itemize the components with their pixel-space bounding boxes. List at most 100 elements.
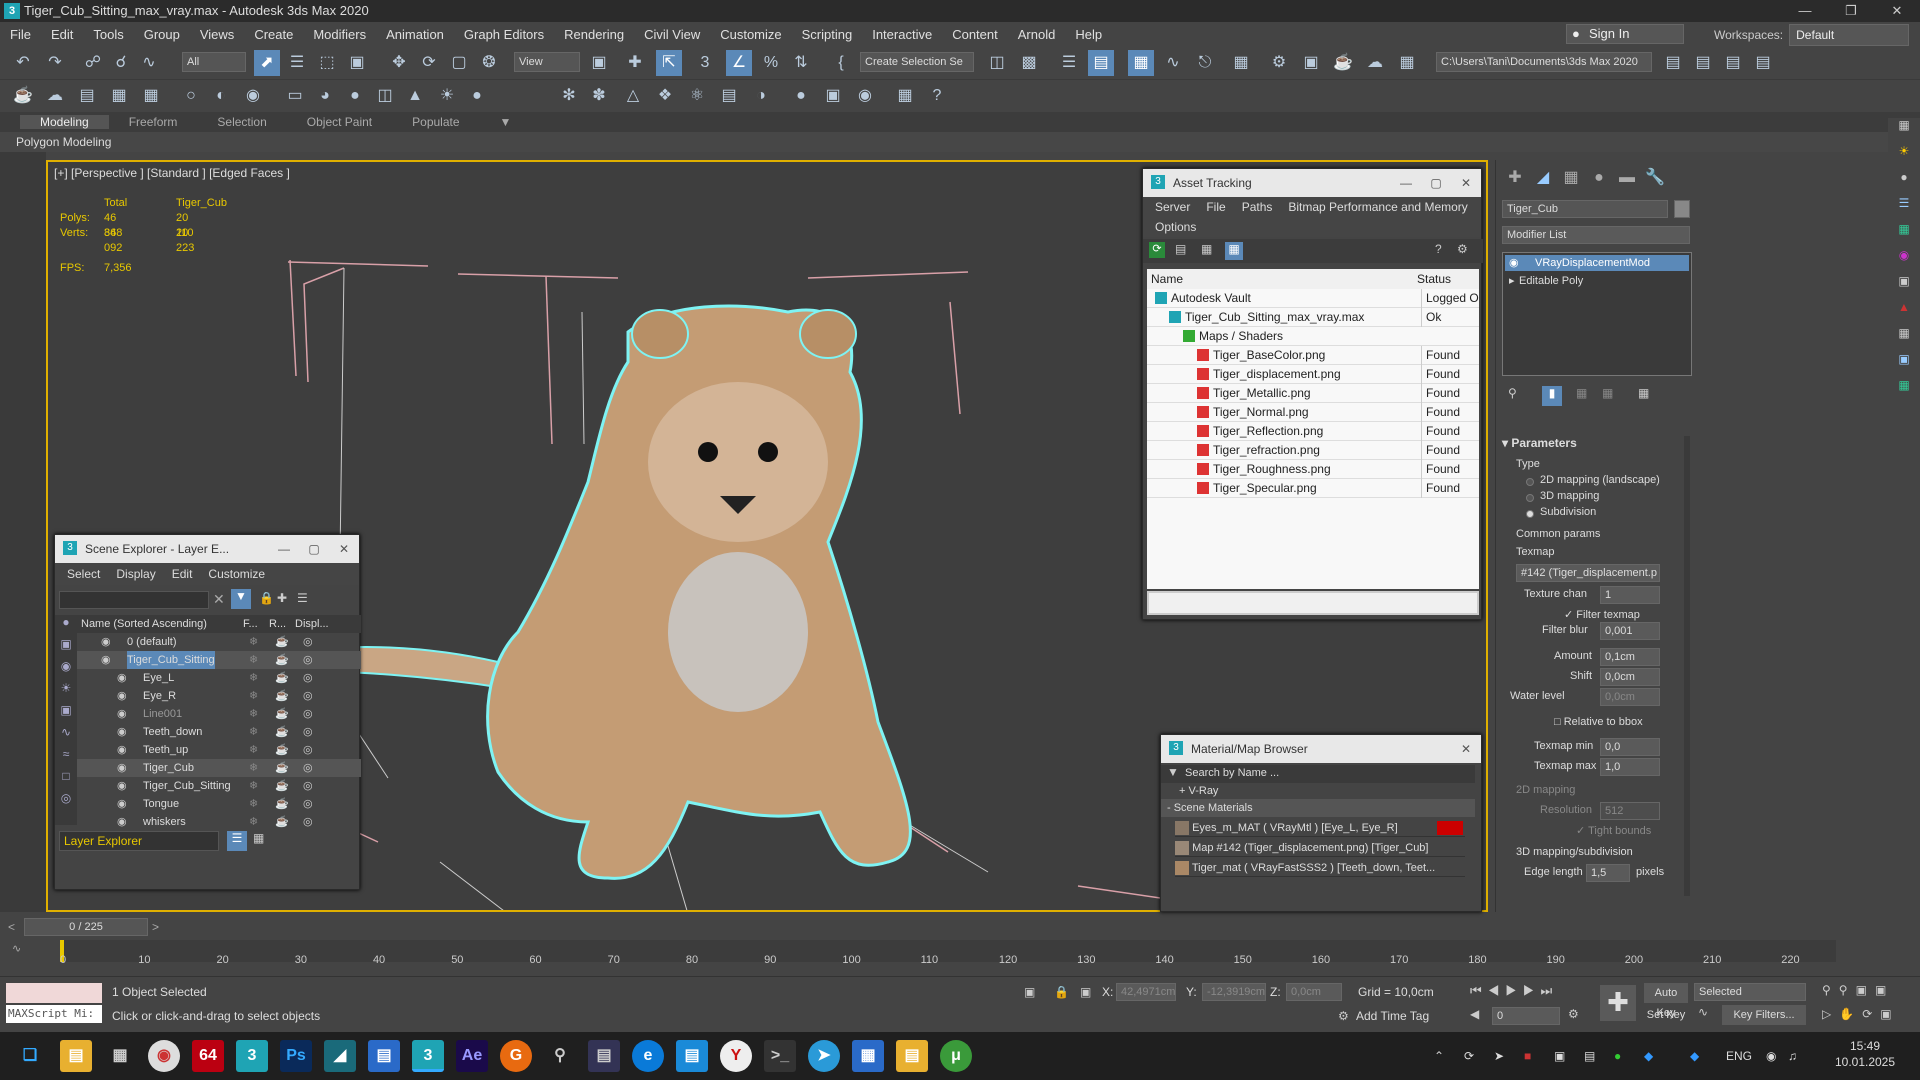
selection-lock-icon[interactable]: 🔒	[1054, 985, 1069, 999]
keyboard-shortcut-icon[interactable]: ⇱	[656, 50, 682, 76]
explorer-row[interactable]: ◉ Teeth_up ❄ ☕ ◎	[77, 741, 361, 759]
tray-wifi-icon[interactable]: ◉	[1766, 1032, 1776, 1080]
tight-bounds-checkbox[interactable]: ✓ Tight bounds	[1576, 824, 1651, 837]
scene-explorer-title-bar[interactable]: 3 Scene Explorer - Layer E... — ▢ ✕	[55, 535, 359, 563]
menu-file[interactable]: File	[1198, 200, 1233, 214]
photoshop-icon[interactable]: Ps	[280, 1040, 312, 1072]
x-coordinate-field[interactable]: 42,4971cm	[1116, 983, 1176, 1001]
grammarly-icon[interactable]: G	[500, 1040, 532, 1072]
prev-frame-icon[interactable]: <	[8, 920, 22, 934]
menu-content[interactable]: Content	[942, 27, 1008, 42]
shift-spinner[interactable]: 0,0cm	[1600, 668, 1660, 686]
explorer-row[interactable]: ◉ Tongue ❄ ☕ ◎	[77, 795, 361, 813]
explorer-row[interactable]: ◉ Eye_R ❄ ☕ ◎	[77, 687, 361, 705]
go-to-start-icon[interactable]: ⏮	[1470, 983, 1488, 998]
menu-tools[interactable]: Tools	[83, 27, 133, 42]
vray-fur-icon[interactable]: ✽	[586, 83, 612, 109]
rotate-icon[interactable]: ⟳	[416, 50, 442, 76]
freeze-icon[interactable]: ❄	[249, 795, 258, 813]
lock-icon[interactable]: 🔒	[259, 591, 274, 605]
render-cloud-icon[interactable]: ☁	[1362, 50, 1388, 76]
display-icon[interactable]: ◎	[303, 705, 313, 723]
tray-arrow-icon[interactable]: ⌃	[1434, 1032, 1444, 1080]
cube-icon[interactable]: ▣	[1888, 274, 1920, 300]
tab-modeling[interactable]: Modeling	[20, 115, 109, 129]
explorer-row[interactable]: ◉ Tiger_Cub ❄ ☕ ◎	[77, 759, 361, 777]
col-renderable[interactable]: R...	[269, 615, 286, 633]
vray-sphere-icon[interactable]: ●	[788, 83, 814, 109]
maxscript-mini-input[interactable]: MAXScript Mi:	[6, 1005, 102, 1023]
project-folder-icon[interactable]: ▤	[1660, 50, 1686, 76]
edit-named-selection-icon[interactable]: {	[828, 50, 854, 76]
vray-material-icon[interactable]: ◉	[240, 83, 266, 109]
radio-subdivision[interactable]	[1526, 510, 1534, 518]
display-icon[interactable]: ◎	[303, 759, 313, 777]
save-app-icon[interactable]: ▤	[588, 1040, 620, 1072]
make-unique-icon[interactable]: ▦	[1576, 386, 1587, 400]
vray-group[interactable]: + V-Ray	[1179, 785, 1218, 797]
modify-tab-icon[interactable]: ◢	[1530, 166, 1556, 190]
app-icon[interactable]: ◢	[324, 1040, 356, 1072]
expand-icon[interactable]: ▸	[1509, 273, 1515, 289]
render-setup-icon[interactable]: ⚙	[1266, 50, 1292, 76]
vray-help-icon[interactable]: ?	[924, 83, 950, 109]
pan-icon[interactable]: ✋	[1839, 1007, 1862, 1021]
renderable-icon[interactable]: ☕	[275, 669, 289, 687]
col-name[interactable]: Name	[1151, 269, 1183, 289]
menu-server[interactable]: Server	[1147, 200, 1198, 214]
percent-snap-icon[interactable]: %	[758, 50, 784, 76]
visibility-eye-icon[interactable]: ◉	[101, 651, 111, 669]
box-icon[interactable]: ▣	[1888, 352, 1920, 378]
vray-frame-buffer-icon[interactable]: ▤	[74, 83, 100, 109]
menu-file[interactable]: File	[0, 27, 41, 42]
clock[interactable]: 15:49 10.01.2025	[1820, 1038, 1910, 1070]
modifier-stack-item[interactable]: ◉ VRayDisplacementMod	[1505, 255, 1689, 271]
fov-icon[interactable]: ▷	[1822, 1007, 1839, 1021]
tray-volume-icon[interactable]: ♫	[1788, 1032, 1797, 1080]
freeze-icon[interactable]: ❄	[249, 633, 258, 651]
add-layer-icon[interactable]: ✚	[277, 591, 287, 605]
help-icon[interactable]: ?	[1435, 242, 1442, 256]
placement-icon[interactable]: ❂	[476, 50, 502, 76]
menu-customize[interactable]: Customize	[200, 567, 273, 581]
hierarchy-tab-icon[interactable]: ▦	[1558, 166, 1584, 190]
col-display[interactable]: Displ...	[295, 615, 329, 633]
visibility-eye-icon[interactable]: ◉	[117, 777, 127, 795]
window-crossing-icon[interactable]: ▣	[344, 50, 370, 76]
filter-texmap-checkbox[interactable]: ✓ Filter texmap	[1564, 608, 1640, 621]
edge-length-spinner[interactable]: 1,5	[1586, 864, 1630, 882]
display-icon[interactable]: ◎	[303, 777, 313, 795]
freeze-icon[interactable]: ❄	[249, 813, 258, 831]
vray-sphere-light-icon[interactable]: ●	[342, 83, 368, 109]
zoom-extents-icon[interactable]: ▣	[1856, 983, 1875, 997]
list-view-icon[interactable]: ▤	[1175, 242, 1186, 256]
menu-interactive[interactable]: Interactive	[862, 27, 942, 42]
maxscript-listener[interactable]	[6, 983, 102, 1003]
visibility-eye-icon[interactable]: ◉	[117, 669, 127, 687]
bake-icon[interactable]: ▦	[1888, 378, 1920, 404]
vray-mesh-icon[interactable]: △	[620, 83, 646, 109]
vray-teapot-icon[interactable]: ☕	[10, 83, 36, 109]
asset-path-field[interactable]	[1147, 591, 1479, 615]
display-geometry-icon[interactable]: ▣	[55, 637, 77, 659]
light-icon[interactable]: ☀	[1888, 144, 1920, 170]
asset-row[interactable]: Tiger_Specular.png Found	[1147, 479, 1479, 498]
close-icon[interactable]: ✕	[1451, 735, 1481, 763]
menu-edit[interactable]: Edit	[164, 567, 201, 581]
params-scrollbar[interactable]	[1684, 436, 1690, 896]
go-to-end-icon[interactable]: ⏭	[1541, 983, 1559, 998]
renderable-icon[interactable]: ☕	[275, 777, 289, 795]
workspace-dropdown[interactable]: Default	[1789, 24, 1910, 46]
mini-curve-icon[interactable]: ∿	[12, 942, 21, 955]
minimize-icon[interactable]: —	[1782, 0, 1828, 22]
zoom-extents-all-icon[interactable]: ▣	[1875, 983, 1894, 997]
explorer-row[interactable]: ◉ 0 (default) ❄ ☕ ◎	[77, 633, 361, 651]
windows-start-icon[interactable]: ❏	[14, 1040, 46, 1072]
visibility-eye-icon[interactable]: ◉	[117, 759, 127, 777]
menu-bitmap-performance[interactable]: Bitmap Performance and Memory	[1280, 200, 1475, 214]
render-production-icon[interactable]: ☕	[1330, 50, 1356, 76]
auto-key-button[interactable]: Auto Key	[1644, 983, 1688, 1019]
menu-rendering[interactable]: Rendering	[554, 27, 634, 42]
key-set-dropdown[interactable]: Selected	[1694, 983, 1806, 1001]
thumbnail-view-icon[interactable]: ▦	[1201, 242, 1212, 256]
